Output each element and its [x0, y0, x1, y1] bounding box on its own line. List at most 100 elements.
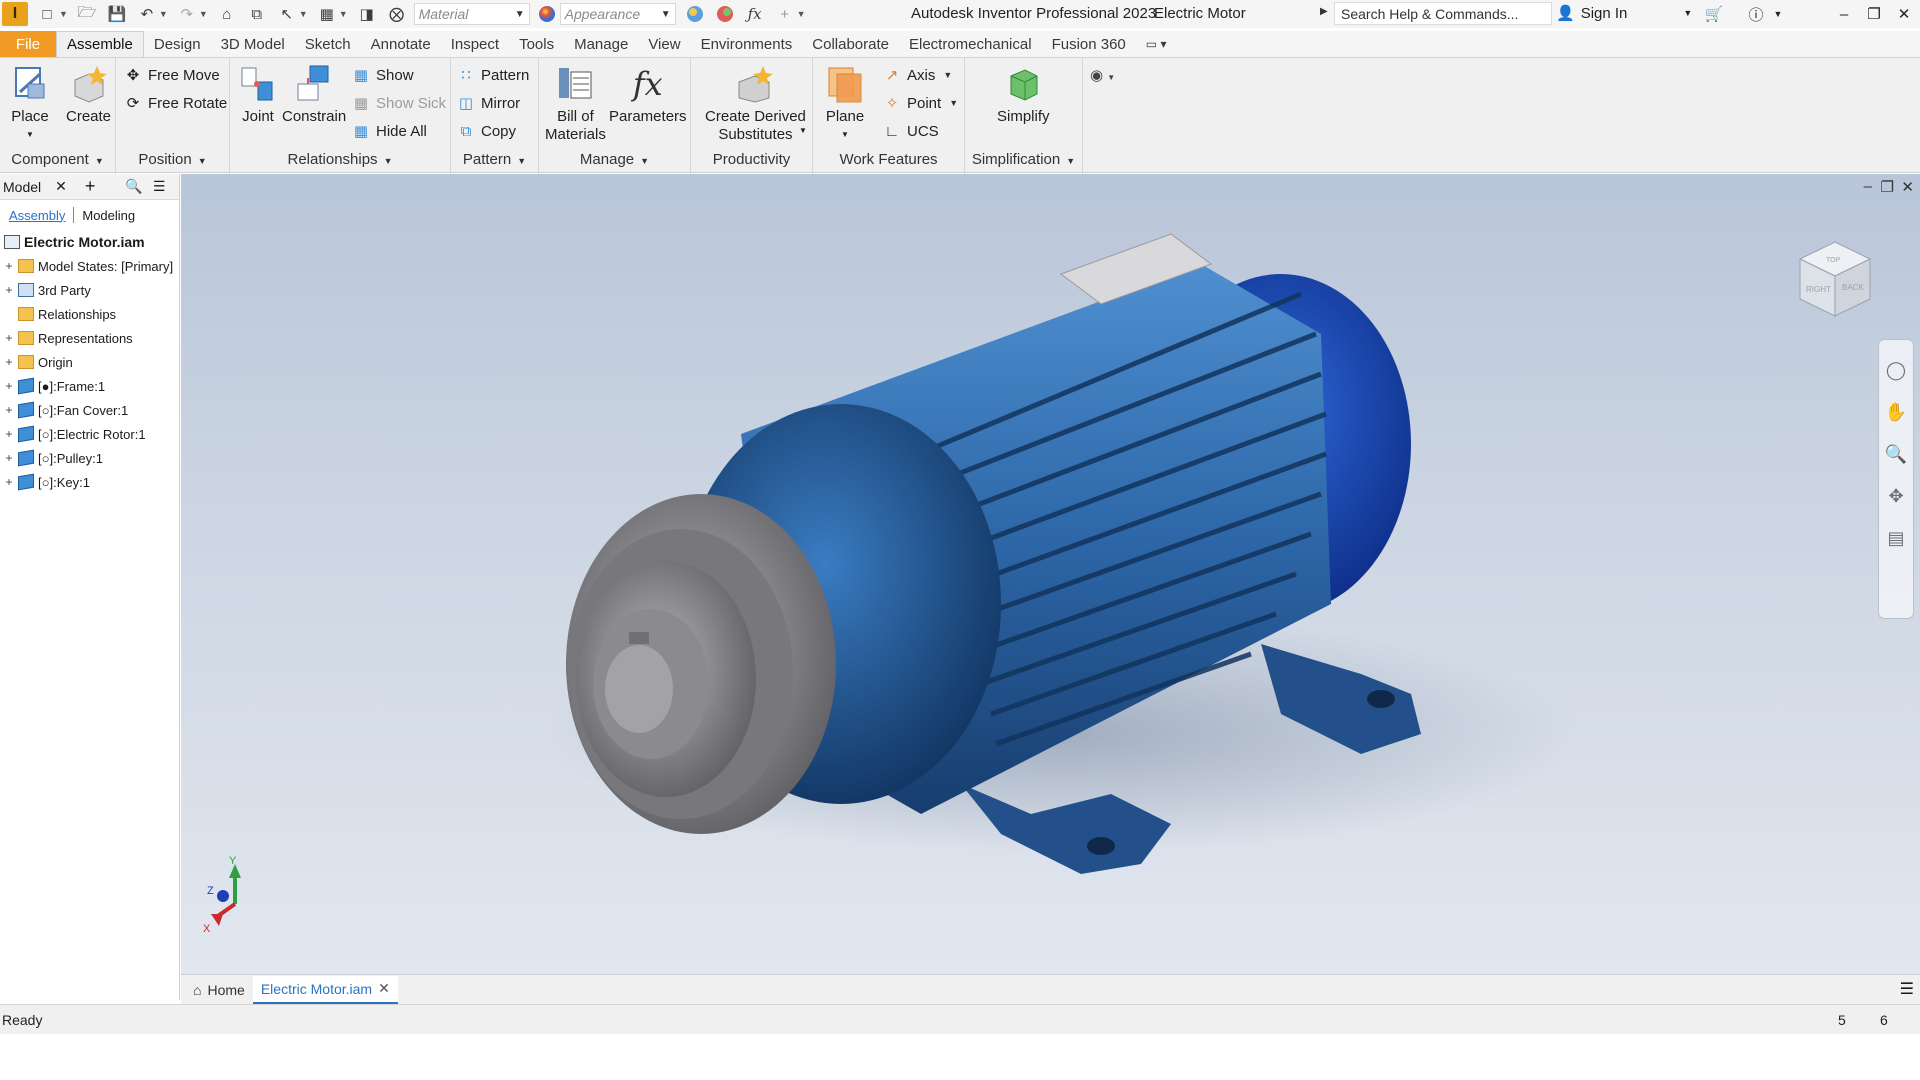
pattern-panel-label[interactable]: Pattern ▼: [451, 151, 538, 168]
graphics-viewport[interactable]: – ❐ ✕ TOP RIGHT BACK ◯ ✋ 🔍 ✥ ▤ Y X Z: [181, 174, 1920, 974]
tree-item-relationships[interactable]: Relationships: [4, 302, 179, 326]
place-button[interactable]: Place ▼: [10, 64, 50, 144]
zoom-icon[interactable]: 🔍: [1884, 442, 1908, 466]
appearance-dropdown[interactable]: Appearance ▼: [559, 3, 676, 25]
tree-item-electric-rotor[interactable]: + [○]:Electric Rotor:1: [4, 422, 179, 446]
tree-item-frame[interactable]: + [●]:Frame:1: [4, 374, 179, 398]
sign-in-button[interactable]: 👤 Sign In ▼: [1556, 4, 1692, 23]
tree-item-origin[interactable]: + Origin: [4, 350, 179, 374]
show-button[interactable]: ▦ Show: [352, 64, 414, 86]
save-icon[interactable]: 💾: [106, 3, 128, 25]
expand-icon[interactable]: +: [4, 259, 14, 273]
tab-tools[interactable]: Tools: [509, 31, 564, 57]
tab-assembly[interactable]: Assembly: [9, 208, 65, 223]
browser-title[interactable]: Model: [3, 179, 41, 195]
search-icon[interactable]: 🔍: [125, 178, 142, 195]
undo-icon[interactable]: ↶: [136, 3, 158, 25]
clear-override-icon[interactable]: [714, 3, 736, 25]
free-move-button[interactable]: ✥ Free Move: [124, 64, 220, 86]
point-button[interactable]: ✧ Point ▼: [883, 92, 958, 114]
create-derived-substitutes-button[interactable]: Create Derived Substitutes: [705, 64, 806, 144]
document-tab-electric-motor[interactable]: Electric Motor.iam ✕: [252, 975, 398, 1004]
tree-item-pulley[interactable]: + [○]:Pulley:1: [4, 446, 179, 470]
expand-icon[interactable]: +: [4, 283, 14, 297]
tab-annotate[interactable]: Annotate: [361, 31, 441, 57]
electric-motor-model[interactable]: [181, 174, 1920, 974]
free-rotate-button[interactable]: ⟳ Free Rotate: [124, 92, 228, 114]
pattern-button[interactable]: ∷ Pattern: [457, 64, 529, 86]
add-browser-icon[interactable]: +: [85, 176, 96, 197]
restore-icon[interactable]: ❐: [1860, 2, 1888, 26]
tab-design[interactable]: Design: [144, 31, 211, 57]
steering-wheel-icon[interactable]: ◯: [1884, 358, 1908, 382]
copy-button[interactable]: ⧉ Copy: [457, 120, 516, 142]
plane-button[interactable]: Plane ▼: [825, 64, 865, 144]
tab-fusion-360[interactable]: Fusion 360: [1042, 31, 1136, 57]
joint-button[interactable]: Joint: [238, 64, 278, 126]
tab-inspect[interactable]: Inspect: [441, 31, 509, 57]
create-button[interactable]: Create: [66, 64, 111, 126]
tab-3d-model[interactable]: 3D Model: [211, 31, 295, 57]
tree-item-fan-cover[interactable]: + [○]:Fan Cover:1: [4, 398, 179, 422]
minimize-icon[interactable]: –: [1830, 2, 1858, 26]
measure-icon[interactable]: ▦: [316, 3, 338, 25]
tree-root[interactable]: Electric Motor.iam: [4, 230, 179, 254]
app-logo[interactable]: I: [2, 2, 28, 26]
simplification-panel-label[interactable]: Simplification ▼: [965, 151, 1082, 168]
tab-electromechanical[interactable]: Electromechanical: [899, 31, 1042, 57]
ipart-icon[interactable]: ◨: [356, 3, 378, 25]
add-icon[interactable]: +: [774, 3, 796, 25]
show-sick-button[interactable]: ▦ Show Sick: [352, 92, 446, 114]
component-panel-label[interactable]: Component ▼: [0, 151, 115, 168]
position-panel-label[interactable]: Position ▼: [116, 151, 229, 168]
adjust-appearance-icon[interactable]: [684, 3, 706, 25]
ribbon-display-toggle-icon[interactable]: ▭ ▾: [1136, 31, 1177, 57]
select-caret-icon[interactable]: ▼: [299, 9, 308, 19]
tab-assemble[interactable]: Assemble: [56, 31, 144, 57]
ucs-button[interactable]: ∟ UCS: [883, 120, 939, 142]
menu-icon[interactable]: ☰: [153, 178, 166, 195]
redo-icon[interactable]: ↷: [176, 3, 198, 25]
expand-icon[interactable]: +: [4, 403, 14, 417]
fx-parameters-icon[interactable]: ƒx: [744, 3, 766, 25]
measure-caret-icon[interactable]: ▼: [339, 9, 348, 19]
tab-modeling[interactable]: Modeling: [82, 208, 135, 223]
tab-sketch[interactable]: Sketch: [295, 31, 361, 57]
expand-icon[interactable]: +: [4, 427, 14, 441]
close-icon[interactable]: ✕: [1890, 2, 1918, 26]
mirror-button[interactable]: ◫ Mirror: [457, 92, 520, 114]
menu-icon[interactable]: ☰: [1900, 979, 1914, 999]
bill-of-materials-button[interactable]: Bill of Materials: [545, 64, 606, 144]
tab-collaborate[interactable]: Collaborate: [802, 31, 899, 57]
tab-environments[interactable]: Environments: [691, 31, 803, 57]
constrain-button[interactable]: Constrain: [282, 64, 346, 126]
close-icon[interactable]: ✕: [55, 178, 67, 195]
axis-button[interactable]: ↗ Axis ▼: [883, 64, 953, 86]
help-search-input[interactable]: Search Help & Commands...: [1334, 2, 1552, 25]
cart-icon[interactable]: 🛒: [1700, 2, 1728, 26]
relationships-panel-label[interactable]: Relationships ▼: [230, 151, 450, 168]
pan-hand-icon[interactable]: ✋: [1884, 400, 1908, 424]
parameters-button[interactable]: fx Parameters: [609, 64, 687, 126]
tree-item-representations[interactable]: + Representations: [4, 326, 179, 350]
customize-caret-icon[interactable]: ▼: [797, 9, 806, 19]
tree-item-3rd-party[interactable]: + 3rd Party: [4, 278, 179, 302]
undo-caret-icon[interactable]: ▼: [159, 9, 168, 19]
manage-panel-label[interactable]: Manage ▼: [539, 151, 690, 168]
look-at-icon[interactable]: ▤: [1884, 526, 1908, 550]
expand-icon[interactable]: +: [4, 379, 14, 393]
update-icon[interactable]: ⧉: [246, 3, 268, 25]
tree-item-model-states[interactable]: + Model States: [Primary]: [4, 254, 179, 278]
new-file-icon[interactable]: □: [36, 3, 58, 25]
expand-icon[interactable]: +: [4, 331, 14, 345]
search-expand-icon[interactable]: ▶: [1320, 6, 1328, 17]
tree-item-key[interactable]: + [○]:Key:1: [4, 470, 179, 494]
hide-all-button[interactable]: ▦ Hide All: [352, 120, 427, 142]
redo-caret-icon[interactable]: ▼: [199, 9, 208, 19]
simplify-button[interactable]: Simplify: [997, 64, 1050, 126]
tab-view[interactable]: View: [638, 31, 690, 57]
tab-manage[interactable]: Manage: [564, 31, 638, 57]
clear-appearance-icon[interactable]: ⨂: [386, 3, 408, 25]
expand-icon[interactable]: +: [4, 475, 14, 489]
expand-icon[interactable]: +: [4, 355, 14, 369]
